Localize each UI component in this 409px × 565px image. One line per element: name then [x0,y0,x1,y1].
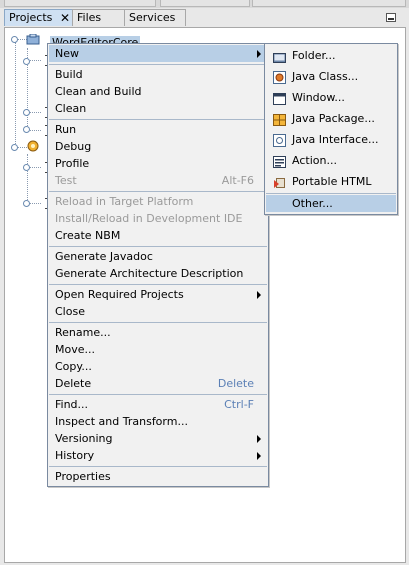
menu-item-close[interactable]: Close [49,303,267,320]
menu-shortcut: Delete [217,377,254,390]
menu-separator [49,191,267,192]
menu-item-clean-and-build[interactable]: Clean and Build [49,83,267,100]
menu-item-clean[interactable]: Clean [49,100,267,117]
submenu-item-action[interactable]: Action... [266,150,396,171]
submenu-item-portable-html-ui[interactable]: Portable HTML UI... [266,171,396,209]
action-icon [273,154,286,168]
close-icon[interactable]: ✕ [60,10,70,26]
menu-item-label: History [55,449,95,462]
submenu-item-label: Java Package... [292,112,375,125]
menu-item-profile[interactable]: Profile [49,155,267,172]
menu-item-history[interactable]: History [49,447,267,464]
menu-item-copy[interactable]: Copy... [49,358,267,375]
submenu-item-java-package[interactable]: Java Package... [266,108,396,129]
tab-files-label: Files [77,11,102,24]
menu-item-run[interactable]: Run [49,121,267,138]
menu-item-find[interactable]: Find... Ctrl-F [49,396,267,413]
menu-item-properties[interactable]: Properties [49,468,267,485]
window-tab-bar: Projects ✕ Files Services [4,9,404,27]
submenu-item-java-class[interactable]: Java Class... [266,66,396,87]
submenu-item-label: Java Interface... [292,133,379,146]
menu-item-generate-architecture-description[interactable]: Generate Architecture Description [49,265,267,282]
submenu-item-java-interface[interactable]: Java Interface... [266,129,396,150]
top-toolbar-strip [0,0,409,8]
minimize-window-icon[interactable] [386,13,396,22]
tab-projects-label: Projects [9,11,53,24]
menu-item-inspect-and-transform[interactable]: Inspect and Transform... [49,413,267,430]
submenu-arrow-icon [257,291,261,299]
menu-item-label: Test [55,174,77,187]
menu-item-rename[interactable]: Rename... [49,324,267,341]
expand-toggle-icon[interactable] [23,126,30,133]
menu-item-new[interactable]: New [49,45,267,62]
html-ui-icon [273,175,286,188]
menu-separator [49,246,267,247]
menu-item-debug[interactable]: Debug [49,138,267,155]
java-class-icon [273,70,286,84]
menu-separator [49,466,267,467]
expand-toggle-icon[interactable] [23,200,30,207]
menu-separator [266,193,396,194]
folder-icon [273,49,286,63]
submenu-arrow-icon [257,50,261,58]
tab-projects[interactable]: Projects ✕ [4,9,76,26]
menu-item-label: Open Required Projects [55,288,184,301]
menu-item-install-reload-ide: Install/Reload in Development IDE [55,212,243,225]
submenu-item-label: Folder... [292,49,336,62]
menu-item-label: Versioning [55,432,113,445]
window-icon [273,91,286,105]
java-interface-icon [273,133,286,147]
menu-separator [49,64,267,65]
menu-shortcut: Alt-F6 [221,174,254,187]
submenu-item-folder[interactable]: Folder... [266,45,396,66]
tab-files[interactable]: Files [72,9,128,26]
menu-item-label: New [55,47,79,60]
expand-toggle-icon[interactable] [11,36,18,43]
menu-item-build[interactable]: Build [49,66,267,83]
tree-line [27,154,28,204]
menu-item-reload-target-platform: Reload in Target Platform [55,195,194,208]
menu-item-label: Delete [55,377,92,390]
menu-item-create-nbm[interactable]: Create NBM [49,227,267,244]
menu-item-generate-javadoc[interactable]: Generate Javadoc [49,248,267,265]
menu-item-versioning[interactable]: Versioning [49,430,267,447]
expand-toggle-icon[interactable] [23,58,30,65]
menu-separator [49,322,267,323]
submenu-item-label: Action... [292,154,337,167]
menu-item-label: Find... [55,398,89,411]
module-project-icon [26,33,40,45]
expand-toggle-icon[interactable] [11,144,18,151]
menu-separator [49,119,267,120]
new-submenu: Folder... Java Class... Window... Java P… [264,43,398,215]
tab-services-label: Services [129,11,176,24]
expand-toggle-icon[interactable] [23,164,30,171]
menu-shortcut: Ctrl-F [224,398,254,411]
submenu-item-label: Window... [292,91,345,104]
menu-item-move[interactable]: Move... [49,341,267,358]
submenu-arrow-icon [257,452,261,460]
menu-separator [49,394,267,395]
submenu-item-label: Java Class... [292,70,359,83]
project-context-menu: New Build Clean and Build Clean Run Debu… [47,43,269,487]
tree-line [15,42,16,148]
submenu-item-window[interactable]: Window... [266,87,396,108]
java-package-icon [273,112,286,126]
tab-services[interactable]: Services [124,9,186,26]
menu-item-test: Test Alt-F6 [49,172,267,189]
submenu-item-other[interactable]: Other... [266,195,396,212]
expand-toggle-icon[interactable] [23,109,30,116]
menu-separator [49,284,267,285]
menu-item-delete[interactable]: Delete Delete [49,375,267,392]
menu-item-open-required-projects[interactable]: Open Required Projects [49,286,267,303]
submenu-arrow-icon [257,435,261,443]
suite-project-icon [26,140,40,152]
